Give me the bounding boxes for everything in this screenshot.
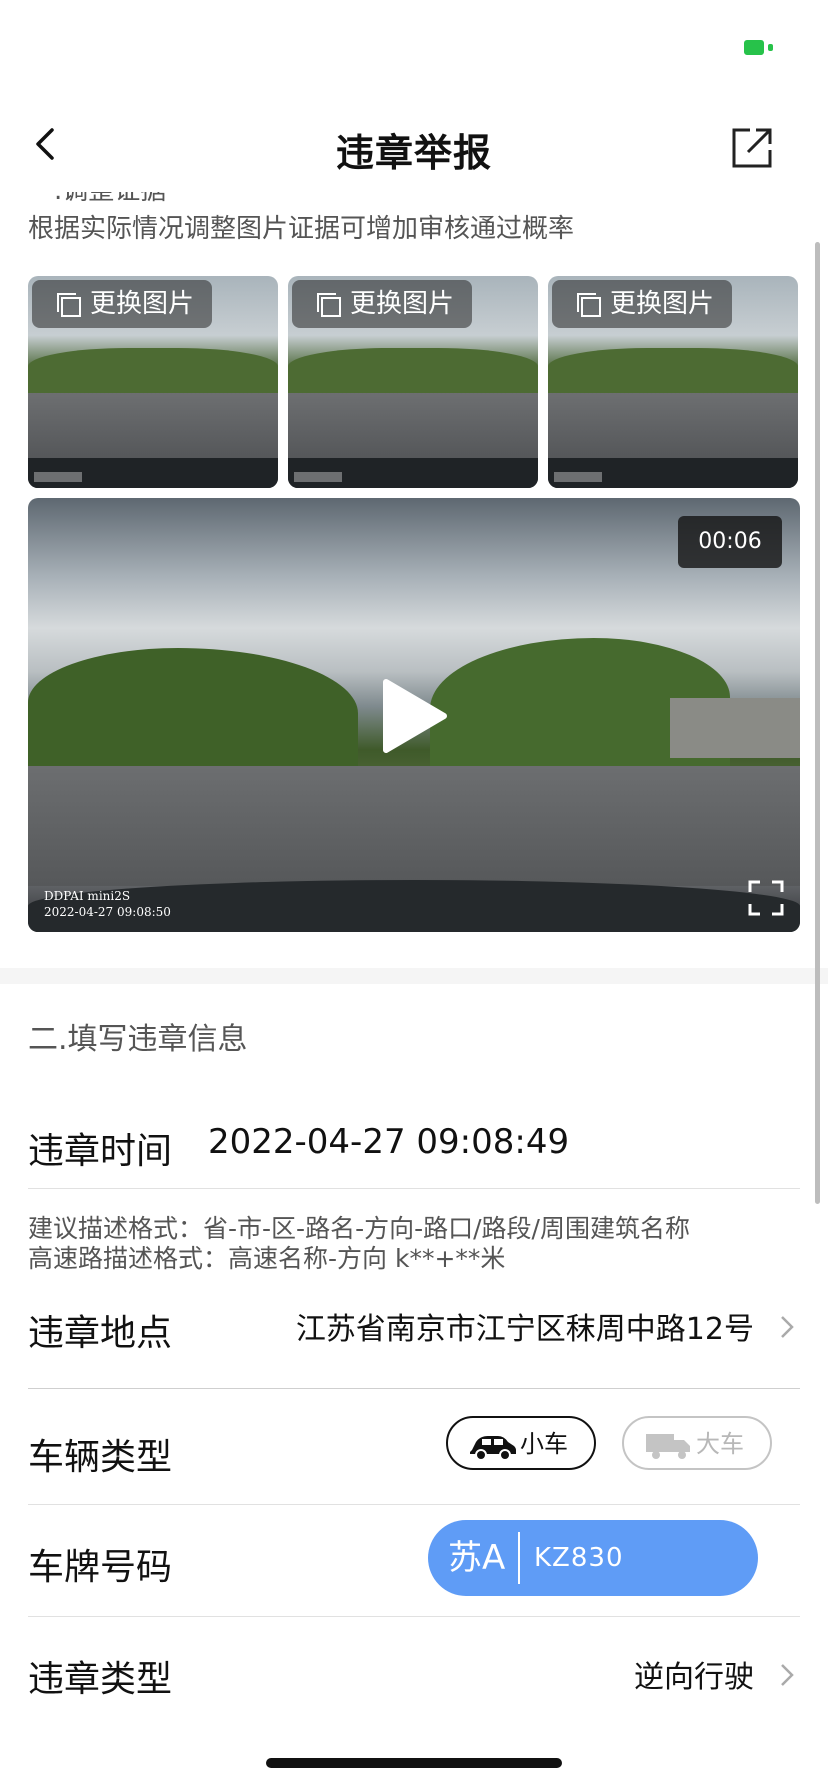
copy-icon [57,293,81,317]
vehicle-type-small-car[interactable]: 小车 [446,1416,596,1470]
divider [28,1504,800,1505]
vehicle-type-big-car-label: 大车 [696,1430,744,1458]
status-bar [0,0,828,96]
play-icon[interactable] [372,676,452,756]
violation-time-value: 2022-04-27 09:08:49 [208,1122,570,1162]
copy-icon [577,293,601,317]
vehicle-type-big-car[interactable]: 大车 [622,1416,772,1470]
section-heading-partial: 一.调整证据 [28,192,166,207]
evidence-video[interactable]: 00:06 DDPAI mini2S 2022-04-27 09:08:50 [28,498,800,932]
car-icon [470,1436,516,1460]
evidence-thumbnail[interactable]: 更换图片 [288,276,538,488]
truck-icon [646,1434,690,1459]
plate-number-value: KZ830 [534,1543,624,1573]
plate-number-input[interactable]: 苏A KZ830 [428,1520,758,1596]
vehicle-type-label: 车辆类型 [28,1437,173,1478]
violation-location-row[interactable]: 违章地点 江苏省南京市江宁区秣周中路12号 [28,1292,800,1362]
scrollbar[interactable] [815,242,820,1204]
divider [28,1616,800,1617]
evidence-thumbnail[interactable]: 更换图片 [548,276,798,488]
watermark-brand: DDPAI mini2S [44,889,131,903]
plate-separator [518,1532,520,1584]
chevron-right-icon [781,1664,794,1686]
vehicle-type-small-car-label: 小车 [520,1430,568,1458]
chevron-right-icon [781,1316,794,1338]
copy-icon [317,293,341,317]
replace-image-label: 更换图片 [90,289,195,319]
replace-image-button[interactable]: 更换图片 [552,280,733,328]
replace-image-label: 更换图片 [350,289,455,319]
page-title: 违章举报 [335,131,492,175]
section-divider [0,968,828,984]
share-icon[interactable] [730,126,774,170]
scroll-content[interactable]: 一.调整证据 根据实际情况调整图片证据可增加审核通过概率 更换图片 更换图片 [0,192,828,1792]
video-duration-badge: 00:06 [678,516,782,568]
section-title: 二.填写违章信息 [28,1022,248,1057]
evidence-hint: 根据实际情况调整图片证据可增加审核通过概率 [28,214,575,244]
location-hint-line-2: 高速路描述格式：高速名称-方向 k**+**米 [28,1244,506,1273]
violation-location-value: 江苏省南京市江宁区秣周中路12号 [295,1312,754,1347]
divider [28,1388,800,1389]
video-watermark: DDPAI mini2S 2022-04-27 09:08:50 [44,888,171,920]
violation-type-value: 逆向行驶 [634,1660,754,1695]
watermark-time: 2022-04-27 09:08:50 [44,905,171,919]
violation-time-label: 违章时间 [28,1131,173,1172]
plate-number-label: 车牌号码 [28,1547,173,1588]
fullscreen-icon[interactable] [748,880,784,916]
violation-time-row[interactable]: 违章时间 2022-04-27 09:08:49 [28,1102,800,1182]
battery-charging-icon [744,40,774,55]
replace-image-label: 更换图片 [610,289,715,319]
home-indicator[interactable] [266,1758,562,1768]
location-format-hint: 建议描述格式：省-市-区-路名-方向-路口/路段/周围建筑名称 高速路描述格式：… [28,1214,690,1274]
plate-province: 苏A [448,1538,506,1578]
nav-bar: 违章举报 [0,96,828,192]
evidence-thumbnail[interactable]: 更换图片 [28,276,278,488]
replace-image-button[interactable]: 更换图片 [292,280,473,328]
divider [28,1188,800,1189]
violation-type-label: 违章类型 [28,1659,173,1700]
violation-location-label: 违章地点 [28,1313,173,1354]
replace-image-button[interactable]: 更换图片 [32,280,213,328]
location-hint-line-1: 建议描述格式：省-市-区-路名-方向-路口/路段/周围建筑名称 [28,1214,690,1243]
violation-type-row[interactable]: 违章类型 逆向行驶 [28,1632,800,1712]
